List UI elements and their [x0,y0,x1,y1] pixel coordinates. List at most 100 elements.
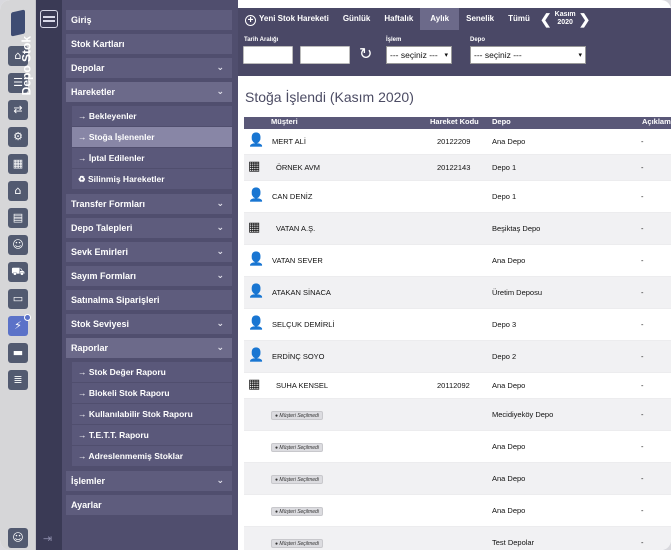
col-musteri[interactable]: Müşteri [271,117,298,126]
customer-name[interactable]: ATAKAN SİNACA [272,288,331,297]
money-icon[interactable]: ▭ [8,289,28,309]
module-title: Depo Stok [19,36,34,96]
submenu-silinmis-hareketler[interactable]: ♻ Silinmiş Hareketler [72,169,232,189]
table-row[interactable]: 👤 CAN DENİZ Depo 1 - [244,181,671,213]
table-row[interactable]: ▦ ÖRNEK AVM 20122143 Depo 1 - [244,155,671,181]
depot-name: Depo 3 [492,320,517,329]
tab-aylik[interactable]: Aylık [420,8,460,30]
col-hareket-kodu[interactable]: Hareket Kodu [430,117,479,126]
submenu-bekleyenler[interactable]: → Bekleyenler [72,106,232,126]
factory-icon[interactable]: ⌂ [8,181,28,201]
user-transfer-icon[interactable]: ⇄ [8,100,28,120]
submenu-kullanilabilir-stok-raporu[interactable]: → Kullanılabilir Stok Raporu [72,404,232,424]
table-row[interactable]: 👤 SELÇUK DEMİRLİ Depo 3 - [244,309,671,341]
customer-name[interactable]: VATAN SEVER [272,256,323,265]
col-depo[interactable]: Depo [492,117,511,126]
table-row[interactable]: ▦ SUHA KENSEL 20112092 Ana Depo - [244,373,671,399]
ledger-icon[interactable]: ≣ [8,370,28,390]
warehouse-icon [40,10,58,28]
table-row[interactable]: 👤 MERT ALİ 20122209 Ana Depo - [244,129,671,155]
plug-icon[interactable]: ⚡ [8,314,31,336]
menu-item-sevk-emirleri[interactable]: Sevk Emirleri ⌄ [66,242,232,262]
cart-icon[interactable]: ⛟ [8,262,28,282]
menu-item-giris[interactable]: Giriş [66,10,232,30]
table-header: Müşteri Hareket Kodu Depo Açıklama [244,117,671,129]
table-row[interactable]: ● Müşteri Seçilmedi Ana Depo - [244,463,671,495]
menu-item-stok-seviyesi[interactable]: Stok Seviyesi ⌄ [66,314,232,334]
table-row[interactable]: ▦ VATAN A.Ş. Beşiktaş Depo - [244,213,671,245]
customer-name[interactable]: ERDİNÇ SOYO [272,352,325,361]
customer-name[interactable]: VATAN A.Ş. [276,224,315,233]
customer-name[interactable]: SUHA KENSEL [276,381,328,390]
tab-haftalik[interactable]: Haftalık [377,8,420,30]
menu-item-satinalma-siparisleri[interactable]: Satınalma Siparişleri [66,290,232,310]
submenu-stok-deger-raporu[interactable]: → Stok Değer Raporu [72,362,232,382]
chevron-down-icon: ⌄ [216,319,224,329]
tab-senelik[interactable]: Senelik [459,8,501,30]
movement-code: 20122209 [437,137,471,146]
table-body: 👤 MERT ALİ 20122209 Ana Depo - ▦ ÖRNEK AVM 2012… [244,129,671,550]
collapse-arrow-icon[interactable]: ⇥ [43,532,52,545]
depo-select[interactable]: --- seçiniz --- ▾ [470,46,586,64]
customer-name[interactable]: ÖRNEK AVM [276,163,320,172]
table-row[interactable]: ● Müşteri Seçilmedi Mecidiyeköy Depo - [244,399,671,431]
table-row[interactable]: 👤 ATAKAN SİNACA Üretim Deposu - [244,277,671,309]
person-icon: 👤 [248,133,265,148]
table-row[interactable]: 👤 ERDİNÇ SOYO Depo 2 - [244,341,671,373]
prev-month-icon[interactable]: ❮ [537,11,555,28]
user-account-icon[interactable]: ☺ [8,528,28,548]
depot-name: Depo 1 [492,163,517,172]
chevron-down-icon: ⌄ [216,271,224,281]
wallet-icon[interactable]: ▬ [8,343,28,363]
description: - [641,224,644,233]
chevron-down-icon: ⌄ [216,63,224,73]
menu-item-raporlar[interactable]: Raporlar ⌄ [66,338,232,358]
submenu-blokeli-stok-raporu[interactable]: → Blokeli Stok Raporu [72,383,232,403]
menu-item-stok-kartlari[interactable]: Stok Kartları [66,34,232,54]
no-customer-badge: ● Müşteri Seçilmedi [271,475,323,484]
date-start-input[interactable] [243,46,293,64]
table-row[interactable]: 👤 VATAN SEVER Ana Depo - [244,245,671,277]
menu-item-ayarlar[interactable]: Ayarlar [66,495,232,515]
menu-item-hareketler[interactable]: Hareketler ⌄ [66,82,232,102]
islem-select[interactable]: --- seçiniz --- ▾ [386,46,452,64]
chevron-down-icon: ⌄ [216,87,224,97]
tab-tumu[interactable]: Tümü [501,8,537,30]
calculator-icon[interactable]: ▦ [8,154,28,174]
chevron-down-icon: ⌄ [216,247,224,257]
document-icon[interactable]: ▤ [8,208,28,228]
gear-icon[interactable]: ⚙ [8,127,28,147]
description: - [641,320,644,329]
users-icon[interactable]: ☺ [8,235,28,255]
description: - [641,163,644,172]
table-row[interactable]: ● Müşteri Seçilmedi Ana Depo - [244,495,671,527]
submenu-tett-raporu[interactable]: → T.E.T.T. Raporu [72,425,232,445]
description: - [641,506,644,515]
submenu-adreslenmemis-stoklar[interactable]: → Adreslenmemiş Stoklar [72,446,232,466]
customer-name[interactable]: SELÇUK DEMİRLİ [272,320,335,329]
next-month-icon[interactable]: ❯ [576,11,594,28]
refresh-icon[interactable]: ↻ [359,45,372,63]
menu-item-sayim-formlari[interactable]: Sayım Formları ⌄ [66,266,232,286]
menu-item-depo-talepleri[interactable]: Depo Talepleri ⌄ [66,218,232,238]
date-end-input[interactable] [300,46,350,64]
menu-item-transfer-formlari[interactable]: Transfer Formları ⌄ [66,194,232,214]
top-toolbar: + Yeni Stok Hareketi Günlük Haftalık Aylı… [238,8,671,30]
menu-item-islemler[interactable]: İşlemler ⌄ [66,471,232,491]
filter-bar: Tarih Aralığı ↻ İşlem --- seçiniz --- ▾ D… [238,30,671,76]
table-row[interactable]: ● Müşteri Seçilmedi Test Depolar - [244,527,671,550]
menu-item-depolar[interactable]: Depolar ⌄ [66,58,232,78]
depot-name: Beşiktaş Depo [492,224,541,233]
chevron-down-icon: ▾ [578,51,582,59]
new-stock-movement-button[interactable]: + Yeni Stok Hareketi [238,8,336,30]
chevron-down-icon: ⌄ [216,199,224,209]
submenu-stoga-islenenler[interactable]: → Stoğa İşlenenler [72,127,232,147]
col-aciklama[interactable]: Açıklama [642,117,671,126]
person-icon: 👤 [248,188,265,203]
customer-name[interactable]: CAN DENİZ [272,192,312,201]
customer-name[interactable]: MERT ALİ [272,137,306,146]
tab-gunluk[interactable]: Günlük [336,8,378,30]
submenu-iptal-edilenler[interactable]: → İptal Edilenler [72,148,232,168]
table-row[interactable]: ● Müşteri Seçilmedi Ana Depo - [244,431,671,463]
description: - [641,410,644,419]
